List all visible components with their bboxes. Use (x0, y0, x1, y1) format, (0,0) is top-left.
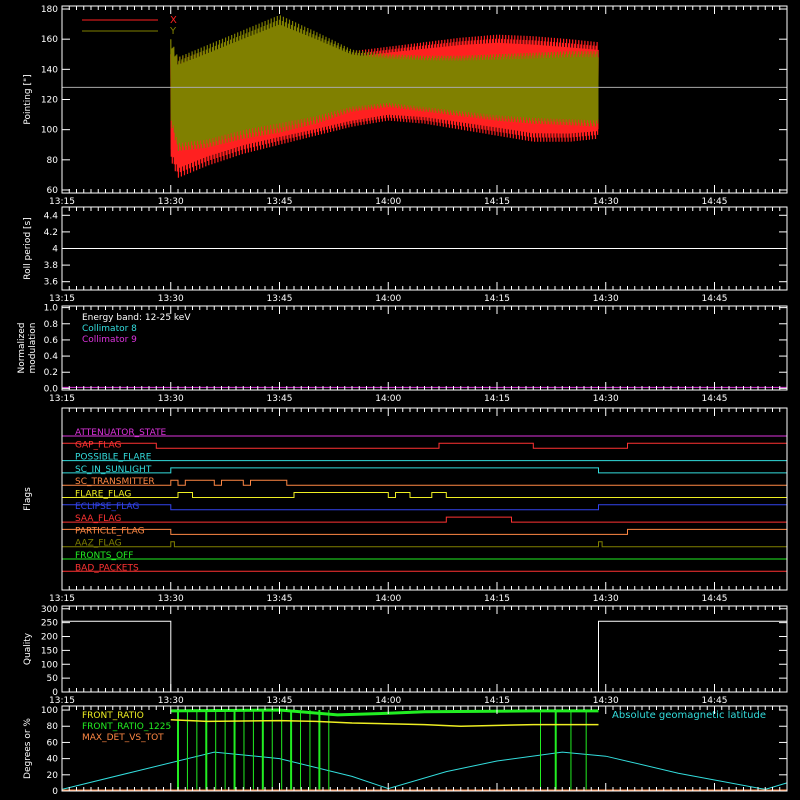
y-tick-label: 180 (41, 5, 58, 15)
y-tick-label: 60 (47, 186, 59, 196)
y-tick-label: 4 (52, 245, 58, 255)
x-tick-label: 14:15 (484, 594, 510, 604)
y-axis-label: Roll period [s] (23, 217, 33, 279)
x-tick-label: 14:45 (702, 294, 728, 304)
y-tick-label: 60 (47, 738, 59, 748)
x-tick-label: 13:45 (267, 394, 293, 404)
flag-label-attenuator-state: ATTENUATOR_STATE (75, 428, 167, 438)
x-tick-label: 14:30 (593, 294, 619, 304)
x-tick-label: 14:00 (375, 594, 401, 604)
flag-label-sc-in-sunlight: SC_IN_SUNLIGHT (75, 465, 152, 475)
flag-label-saa-flag: SAA_FLAG (75, 514, 121, 524)
y-tick-label: 140 (41, 65, 58, 75)
flag-label-flare-flag: FLARE_FLAG (75, 490, 131, 500)
y-tick-label: 160 (41, 35, 58, 45)
y-tick-label: 4.2 (44, 228, 58, 238)
y-axis-label: Pointing ["] (23, 74, 33, 124)
x-tick-label: 13:15 (49, 197, 75, 207)
x-tick-label: 14:30 (593, 594, 619, 604)
flag-label-aaz-flag: AAZ_FLAG (75, 539, 122, 549)
y-tick-label: 80 (47, 722, 59, 732)
y-tick-label: 3.6 (44, 278, 59, 288)
x-tick-label: 14:15 (484, 394, 510, 404)
y-tick-label: 0 (52, 688, 58, 698)
x-tick-label: 13:30 (158, 294, 184, 304)
y-tick-label: 50 (47, 674, 59, 684)
x-tick-label: 14:00 (375, 696, 401, 706)
flag-label-particle-flag: PARTICLE_FLAG (75, 526, 145, 536)
x-tick-label: 13:30 (158, 594, 184, 604)
x-tick-label: 13:15 (49, 294, 75, 304)
flag-label-sc-transmitter: SC_TRANSMITTER (75, 477, 155, 487)
y-axis-label: Normalized (17, 322, 27, 373)
y-tick-label: 0.0 (44, 384, 59, 394)
x-tick-label: 13:30 (158, 394, 184, 404)
flag-label-possible-flare: POSSIBLE_FLARE (75, 453, 152, 463)
flag-label-gap-flag: GAP_FLAG (75, 440, 121, 450)
x-tick-label: 14:30 (593, 197, 619, 207)
y-tick-label: 120 (41, 96, 58, 106)
latitude-annotation: Absolute geomagnetic latitude (612, 710, 766, 721)
x-tick-label: 13:30 (158, 696, 184, 706)
x-tick-label: 13:15 (49, 594, 75, 604)
annotation-2: Collimator 9 (82, 335, 137, 345)
legend-label-max-det-vs-tot: MAX_DET_VS_TOT (82, 733, 164, 743)
y-axis-label: modulation (28, 323, 38, 374)
legend-label-x: X (170, 15, 177, 26)
x-tick-label: 13:15 (49, 394, 75, 404)
flag-label-eclipse-flag: ECLIPSE_FLAG (75, 502, 139, 512)
flag-label-fronts-off: FRONTS_OFF (75, 551, 133, 561)
y-axis-label: Degrees or % (23, 718, 33, 779)
y-tick-label: 0.2 (44, 368, 58, 378)
x-tick-label: 14:30 (593, 394, 619, 404)
y-tick-label: 300 (41, 605, 58, 615)
chart-canvas: XY 13:15 13:30 13:45 14:00 14:15 14:30 14:45 60 8… (0, 0, 800, 800)
x-tick-label: 13:30 (158, 197, 184, 207)
x-tick-label: 14:15 (484, 197, 510, 207)
x-tick-label: 14:30 (593, 696, 619, 706)
x-tick-label: 14:00 (375, 294, 401, 304)
y-tick-label: 0.4 (44, 352, 59, 362)
flag-label-bad-packets: BAD_PACKETS (75, 563, 139, 573)
y-tick-label: 0.8 (44, 320, 59, 330)
y-tick-label: 0.6 (44, 336, 59, 346)
y-tick-label: 100 (41, 126, 58, 136)
y-tick-label: 250 (41, 619, 58, 629)
legend-label-front-ratio: FRONT_RATIO (82, 711, 144, 721)
y-tick-label: 40 (47, 755, 59, 765)
x-tick-label: 13:45 (267, 594, 293, 604)
x-tick-label: 14:45 (702, 696, 728, 706)
x-tick-label: 14:00 (375, 394, 401, 404)
x-tick-label: 13:45 (267, 696, 293, 706)
legend-label-y: Y (169, 26, 177, 37)
annotation-0: Energy band: 12-25 keV (82, 313, 191, 323)
x-tick-label: 13:45 (267, 294, 293, 304)
y-tick-label: 3.8 (44, 261, 59, 271)
y-axis-label: Quality (23, 632, 33, 665)
y-tick-label: 100 (41, 660, 58, 670)
x-tick-label: 14:45 (702, 197, 728, 207)
legend-label-front-ratio-1225: FRONT_RATIO_1225 (82, 722, 171, 732)
y-tick-label: 20 (47, 771, 59, 781)
y-tick-label: 1.0 (44, 304, 59, 314)
x-tick-label: 14:45 (702, 594, 728, 604)
y-tick-label: 0 (52, 787, 58, 797)
x-tick-label: 13:45 (267, 197, 293, 207)
x-tick-label: 14:15 (484, 294, 510, 304)
x-tick-label: 14:00 (375, 197, 401, 207)
y-tick-label: 150 (41, 646, 58, 656)
y-tick-label: 4.4 (44, 211, 59, 221)
annotation-1: Collimator 8 (82, 324, 137, 334)
x-tick-label: 14:45 (702, 394, 728, 404)
y-tick-label: 200 (41, 633, 58, 643)
y-tick-label: 80 (47, 156, 59, 166)
y-axis-label: Flags (23, 487, 33, 511)
y-tick-label: 100 (41, 706, 58, 716)
x-tick-label: 14:15 (484, 696, 510, 706)
